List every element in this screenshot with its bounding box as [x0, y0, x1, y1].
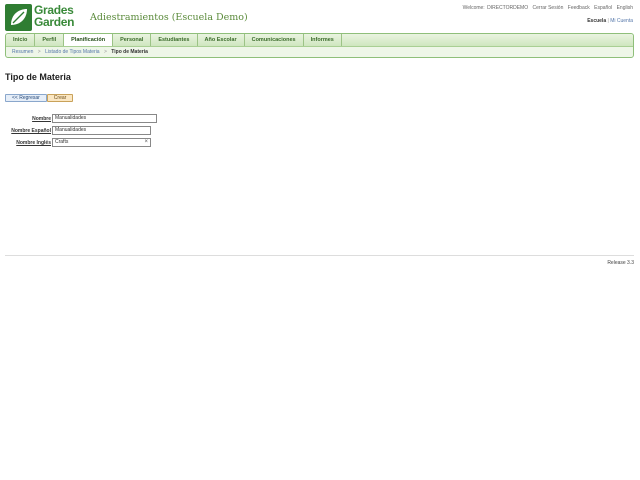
top-links: Welcome: DIRECTORDEMO Cerrar Sesión Feed… — [460, 5, 633, 11]
spanish-link[interactable]: Español — [594, 5, 612, 11]
nombre-label: Nombre — [32, 116, 51, 122]
header: Grades Garden Adiestramientos (Escuela D… — [0, 0, 640, 34]
breadcrumb-separator: > — [103, 49, 107, 55]
app-title: Adiestramientos (Escuela Demo) — [90, 12, 248, 23]
logout-link[interactable]: Cerrar Sesión — [533, 5, 564, 11]
logo-text: Grades Garden — [34, 4, 75, 29]
my-account-link[interactable]: Mi Cuenta — [610, 18, 633, 24]
tab-personal[interactable]: Personal — [113, 34, 152, 46]
nombre-espanol-input[interactable]: Manualidades — [52, 126, 151, 135]
tab-planificacion[interactable]: Planificación — [64, 34, 114, 46]
tab-comunicaciones[interactable]: Comunicaciones — [245, 34, 304, 46]
account-separator: | — [607, 18, 609, 24]
nombre-ingles-input[interactable]: Crafts × — [52, 138, 151, 147]
page-title: Tipo de Materia — [5, 72, 71, 82]
tab-inicio[interactable]: Inicio — [6, 34, 36, 46]
tab-estudiantes[interactable]: Estudiantes — [151, 34, 198, 46]
nombre-ingles-value: Crafts — [55, 139, 69, 145]
welcome-label: Welcome: — [462, 5, 485, 11]
feedback-link[interactable]: Feedback — [568, 5, 590, 11]
breadcrumb-listado[interactable]: Listado de Tipos Materia — [45, 49, 99, 55]
tab-bar: Inicio Perfil Planificación Personal Est… — [6, 34, 633, 47]
back-button[interactable]: << Regresar — [5, 94, 47, 102]
footer-divider — [5, 255, 634, 256]
account-links: Escuela | Mi Cuenta — [587, 18, 633, 24]
tab-perfil[interactable]: Perfil — [35, 34, 65, 46]
tab-informes[interactable]: Informes — [304, 34, 342, 46]
clear-input-icon[interactable]: × — [144, 139, 148, 146]
logo-line-2: Garden — [34, 15, 75, 29]
nombre-ingles-label: Nombre Inglés — [16, 140, 51, 146]
nombre-input[interactable]: Manualidades — [52, 114, 157, 123]
breadcrumb-separator: > — [37, 49, 41, 55]
leaf-icon — [5, 4, 32, 31]
welcome-user: DIRECTORDEMO — [487, 5, 529, 11]
main-navigation: Inicio Perfil Planificación Personal Est… — [5, 33, 634, 58]
breadcrumb-current: Tipo de Materia — [111, 49, 148, 55]
school-link[interactable]: Escuela — [587, 18, 606, 24]
nombre-espanol-label: Nombre Español — [11, 128, 51, 134]
action-buttons: << Regresar Crear — [5, 94, 74, 102]
release-version: Release 3.3 — [607, 260, 634, 266]
create-button[interactable]: Crear — [46, 94, 74, 102]
english-link[interactable]: English — [617, 5, 633, 11]
tab-ano-escolar[interactable]: Año Escolar — [198, 34, 245, 46]
breadcrumb: Resumen > Listado de Tipos Materia > Tip… — [12, 48, 148, 57]
breadcrumb-resumen[interactable]: Resumen — [12, 49, 33, 55]
grades-garden-logo[interactable]: Grades Garden — [5, 4, 82, 31]
